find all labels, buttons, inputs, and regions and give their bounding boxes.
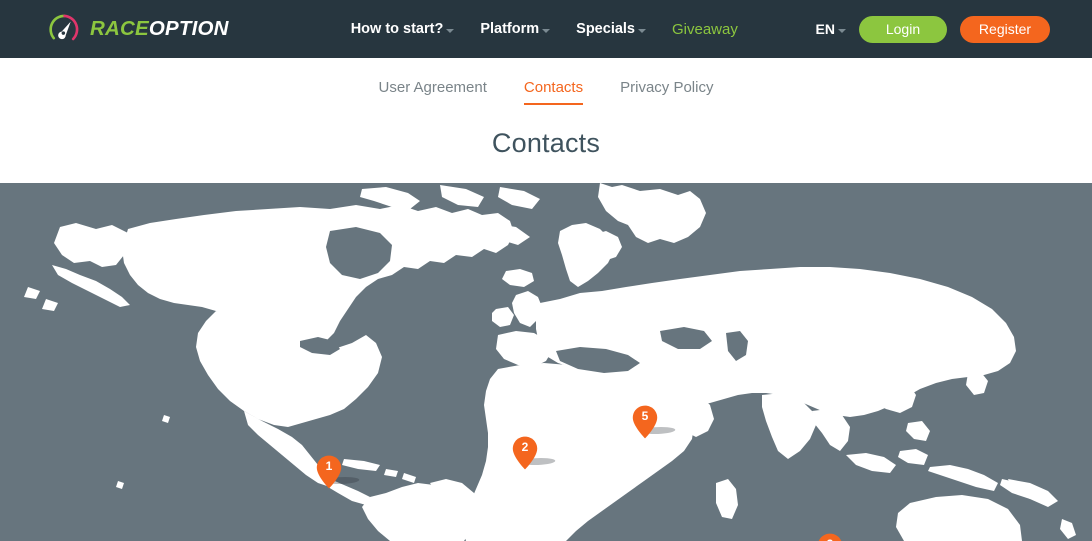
- header-actions: EN Login Register: [816, 15, 1050, 43]
- legal-subnav-section: User Agreement Contacts Privacy Policy C…: [0, 58, 1092, 183]
- nav-label: Platform: [480, 21, 540, 37]
- nav-item-how-to-start[interactable]: How to start?: [351, 21, 455, 37]
- nav-label: Giveaway: [672, 20, 738, 38]
- chevron-down-icon: [446, 28, 455, 33]
- login-button[interactable]: Login: [859, 15, 947, 43]
- language-label: EN: [815, 21, 835, 37]
- site-logo[interactable]: RACEOPTION: [48, 13, 229, 46]
- map-pin-icon: [632, 405, 658, 439]
- nav-item-specials[interactable]: Specials: [576, 21, 646, 37]
- chevron-down-icon: [638, 28, 646, 33]
- nav-item-giveaway[interactable]: Giveaway: [672, 21, 738, 38]
- language-selector[interactable]: EN: [816, 21, 846, 37]
- page-title: Contacts: [491, 128, 601, 158]
- speedometer-icon: [48, 13, 81, 46]
- map-marker-1[interactable]: 1: [316, 455, 363, 489]
- nav-label: How to start?: [350, 21, 444, 37]
- chevron-down-icon: [542, 28, 551, 33]
- map-pin-icon: [316, 455, 342, 489]
- nav-item-platform[interactable]: Platform: [480, 21, 551, 37]
- map-marker-3[interactable]: 3: [817, 533, 843, 541]
- register-button[interactable]: Register: [960, 15, 1050, 43]
- map-marker-2[interactable]: 2: [512, 436, 559, 470]
- world-map-svg: [0, 183, 1092, 541]
- map-marker-5[interactable]: 5: [632, 405, 679, 439]
- site-header: RACEOPTION How to start? Platform Specia…: [0, 0, 1092, 58]
- logo-text-option: OPTION: [148, 16, 229, 40]
- map-pin-icon: [818, 533, 842, 541]
- nav-label: Specials: [576, 21, 635, 37]
- world-map[interactable]: 1 2 3 4 5: [0, 183, 1092, 541]
- tab-privacy-policy[interactable]: Privacy Policy: [620, 79, 713, 103]
- tab-user-agreement[interactable]: User Agreement: [379, 79, 487, 103]
- main-navigation: How to start? Platform Specials Giveaway: [351, 21, 738, 38]
- legal-tabs: User Agreement Contacts Privacy Policy: [0, 58, 1092, 105]
- logo-text-race: RACE: [90, 16, 149, 40]
- map-pin-icon: [512, 436, 538, 470]
- chevron-down-icon: [838, 28, 846, 33]
- tab-contacts[interactable]: Contacts: [523, 79, 584, 105]
- logo-wordmark: RACEOPTION: [90, 16, 229, 40]
- page-root: RACEOPTION How to start? Platform Specia…: [0, 0, 1092, 541]
